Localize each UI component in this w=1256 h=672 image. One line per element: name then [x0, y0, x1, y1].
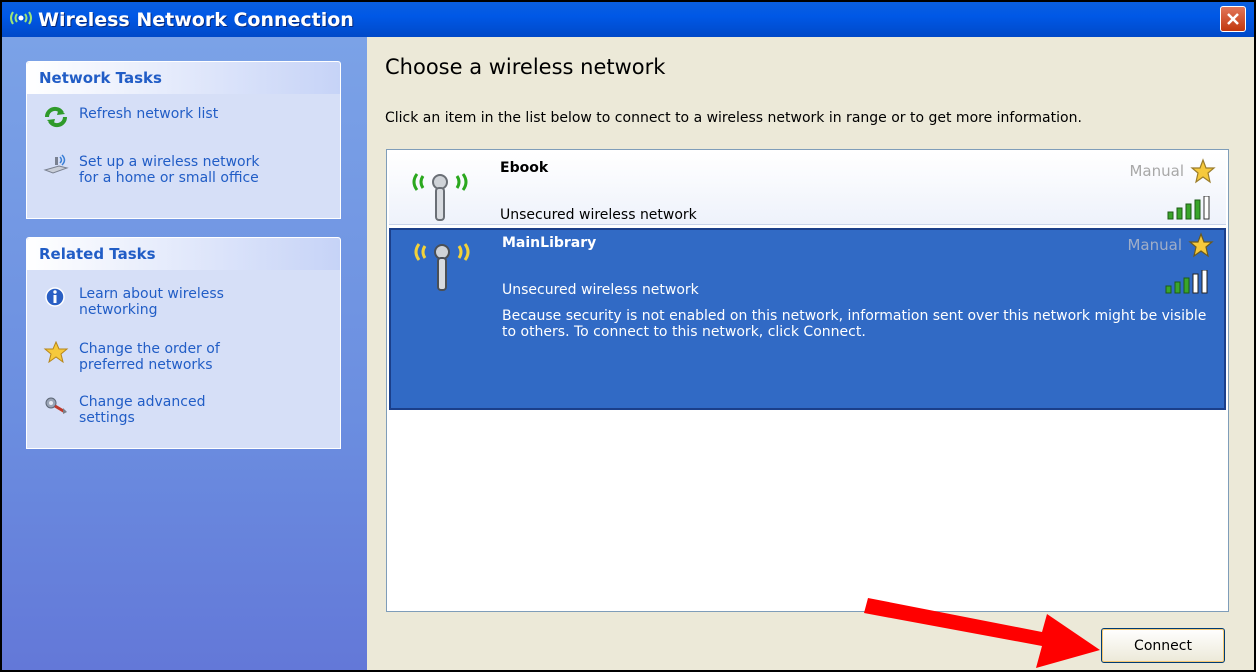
preferred-star-icon: [1190, 158, 1216, 184]
page-title: Choose a wireless network: [385, 55, 666, 79]
star-icon: [43, 341, 69, 363]
signal-strength-icon: [1165, 270, 1208, 294]
settings-icon: [45, 397, 67, 414]
preferred-star-icon: [1188, 232, 1214, 258]
refresh-network-list-label: Refresh network list: [79, 106, 219, 122]
learn-wireless-link[interactable]: Learn about wireless networking: [43, 286, 224, 318]
network-item-ebook[interactable]: Ebook Unsecured wireless network Manual: [389, 152, 1226, 225]
close-button[interactable]: [1220, 6, 1246, 32]
connect-button[interactable]: Connect: [1101, 628, 1225, 663]
learn-wireless-label: Learn about wireless networking: [79, 286, 224, 318]
instructions-text: Click an item in the list below to conne…: [385, 110, 1082, 126]
network-security-status: Unsecured wireless network: [500, 207, 697, 223]
network-type-label: Manual: [1129, 162, 1184, 180]
window-title: Wireless Network Connection: [38, 8, 354, 31]
related-tasks-header: Related Tasks: [27, 238, 340, 270]
network-tasks-panel: Network Tasks Refresh network list Set u…: [26, 61, 341, 219]
refresh-icon: [44, 106, 68, 128]
task-sidebar: Network Tasks Refresh network list Set u…: [2, 37, 367, 670]
network-type-label: Manual: [1127, 236, 1182, 254]
wireless-network-window: Wireless Network Connection Network Task…: [0, 0, 1256, 672]
wireless-antenna-icon: [412, 173, 468, 221]
change-order-link[interactable]: Change the order of preferred networks: [43, 341, 220, 373]
refresh-network-list-link[interactable]: Refresh network list: [43, 106, 218, 128]
signal-strength-icon: [1167, 196, 1210, 220]
security-warning-text: Because security is not enabled on this …: [502, 308, 1207, 340]
wireless-antenna-icon: [414, 243, 470, 291]
related-tasks-panel: Related Tasks Learn about wireless netwo…: [26, 237, 341, 449]
change-advanced-settings-label: Change advanced settings: [79, 394, 206, 426]
wireless-setup-icon: [43, 154, 69, 174]
info-icon: [45, 287, 65, 307]
main-content: Choose a wireless network Click an item …: [367, 37, 1254, 670]
network-name: MainLibrary: [502, 235, 597, 251]
change-order-label: Change the order of preferred networks: [79, 341, 220, 373]
network-security-status: Unsecured wireless network: [502, 282, 699, 298]
network-list[interactable]: Ebook Unsecured wireless network Manual: [386, 149, 1229, 612]
title-bar[interactable]: Wireless Network Connection: [2, 2, 1254, 37]
change-advanced-settings-link[interactable]: Change advanced settings: [43, 394, 205, 426]
wireless-network-icon: [10, 10, 32, 25]
network-tasks-header: Network Tasks: [27, 62, 340, 94]
setup-wireless-network-label: Set up a wireless network for a home or …: [79, 154, 260, 186]
network-name: Ebook: [500, 160, 549, 176]
close-icon: [1227, 13, 1239, 25]
setup-wireless-network-link[interactable]: Set up a wireless network for a home or …: [43, 154, 259, 186]
network-item-mainlibrary[interactable]: MainLibrary Unsecured wireless network M…: [389, 228, 1226, 410]
